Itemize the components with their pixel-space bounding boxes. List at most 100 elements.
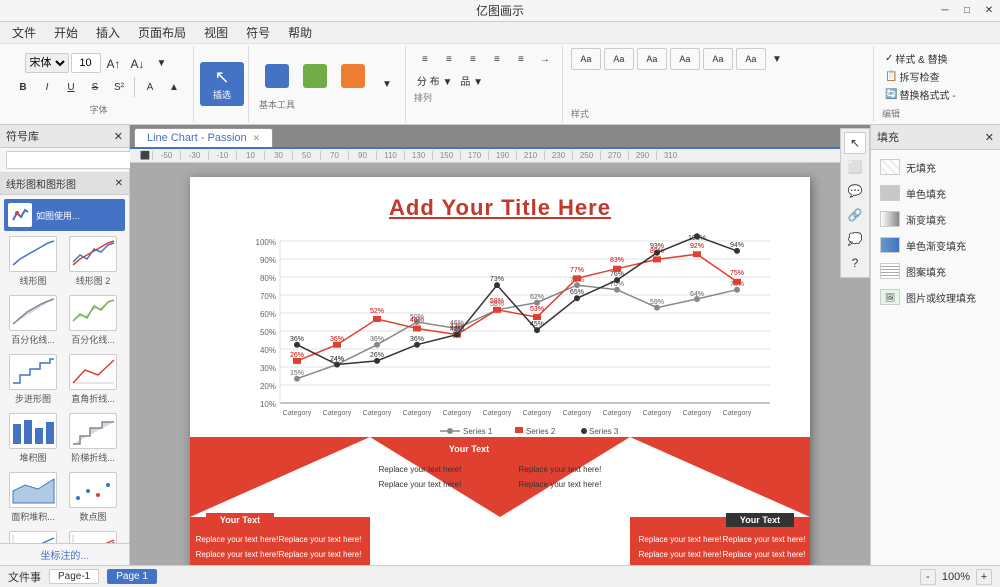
svg-text:46%: 46% bbox=[410, 317, 424, 324]
chart-item-line2[interactable]: 线形图 2 bbox=[64, 233, 122, 290]
edit-group: ✓ 样式 & 替换 📋 拆写检查 🔄 替换格式式 - 编辑 bbox=[876, 46, 996, 122]
slide-title[interactable]: Add Your Title Here bbox=[389, 195, 611, 220]
copy-format-btn[interactable]: 📋 拆写检查 bbox=[882, 68, 959, 85]
page1-tab[interactable]: Page 1 bbox=[107, 569, 157, 584]
menu-file[interactable]: 文件 bbox=[4, 22, 44, 43]
font-grow-btn[interactable]: A↑ bbox=[103, 53, 125, 75]
fill-image[interactable]: 🖼 图片或纹理填充 bbox=[877, 286, 994, 308]
section-close-btn[interactable]: ✕ bbox=[115, 178, 123, 189]
chart-thumb-stack bbox=[9, 413, 57, 449]
fill-pattern[interactable]: 图案填充 bbox=[877, 260, 994, 282]
fill-gradient[interactable]: 渐变填充 bbox=[877, 208, 994, 230]
maximize-btn[interactable]: □ bbox=[956, 0, 978, 22]
right-panel-close[interactable]: ✕ bbox=[985, 131, 994, 144]
distribute-btn[interactable]: 品 ▼ bbox=[457, 72, 486, 89]
chart-item-area[interactable]: 面积堆积... bbox=[4, 469, 62, 526]
font-shrink-btn[interactable]: A↓ bbox=[127, 53, 149, 75]
close-btn[interactable]: ✕ bbox=[978, 0, 1000, 22]
side-icon-shape[interactable]: ⬜ bbox=[844, 156, 866, 178]
style-btn-1[interactable]: Aa bbox=[571, 48, 601, 70]
menu-start[interactable]: 开始 bbox=[46, 22, 86, 43]
slide: Add Your Title Here bbox=[190, 177, 810, 565]
align-center-btn[interactable]: ≡ bbox=[438, 48, 460, 70]
style-btn-2[interactable]: Aa bbox=[604, 48, 634, 70]
active-tab[interactable]: Line Chart - Passion ✕ bbox=[134, 128, 273, 147]
chart-item-ladder[interactable]: 阶梯折线... bbox=[64, 410, 122, 467]
underline-btn[interactable]: U bbox=[60, 77, 82, 99]
font-size-input[interactable] bbox=[71, 53, 101, 73]
chart-label-stack: 堆积图 bbox=[19, 451, 46, 464]
chart-item-stack[interactable]: 堆积图 bbox=[4, 410, 62, 467]
font-more-btn[interactable]: ▼ bbox=[151, 53, 173, 75]
svg-text:Replace your text here!: Replace your text here! bbox=[519, 465, 602, 474]
more-shapes-label[interactable]: 坐标注的... bbox=[40, 547, 88, 562]
chart-item-pct1[interactable]: 百分化线... bbox=[4, 292, 62, 349]
justify-btn[interactable]: ≡ bbox=[486, 48, 508, 70]
style-btn-6[interactable]: Aa bbox=[736, 48, 766, 70]
panel-footer: 坐标注的... bbox=[0, 543, 129, 565]
insert-main-btn[interactable]: ↖ 插选 bbox=[200, 62, 244, 106]
zoom-level: 100% bbox=[942, 571, 970, 583]
shadow-btn[interactable]: S² bbox=[108, 77, 130, 99]
side-icon-link[interactable]: 🔗 bbox=[844, 204, 866, 226]
fill-none[interactable]: 无填充 bbox=[877, 156, 994, 178]
bold-btn[interactable]: B bbox=[12, 77, 34, 99]
fill-solid-gradient[interactable]: 单色渐变填充 bbox=[877, 234, 994, 256]
menu-view[interactable]: 视图 bbox=[196, 22, 236, 43]
style-btn-5[interactable]: Aa bbox=[703, 48, 733, 70]
zoom-plus[interactable]: + bbox=[976, 569, 992, 585]
svg-text:Replace your text here!: Replace your text here! bbox=[279, 535, 362, 544]
status-page-label[interactable]: Page-1 bbox=[49, 569, 99, 584]
align-left-btn[interactable]: ≡ bbox=[414, 48, 436, 70]
side-icon-cursor[interactable]: ↖ bbox=[844, 132, 866, 154]
side-icon-text[interactable]: 💬 bbox=[844, 180, 866, 202]
menu-symbol[interactable]: 符号 bbox=[238, 22, 278, 43]
italic-btn[interactable]: I bbox=[36, 77, 58, 99]
zoom-minus[interactable]: - bbox=[920, 569, 936, 585]
svg-text:Category: Category bbox=[483, 410, 512, 417]
style-label: 样式 bbox=[571, 107, 867, 120]
highlight-btn[interactable]: ▲ bbox=[163, 77, 185, 99]
chart-thumb-area bbox=[9, 472, 57, 508]
font-family-select[interactable]: 宋体 bbox=[25, 53, 69, 73]
canvas-area: Line Chart - Passion ✕ ⬛ -50 -30 -10 10 … bbox=[130, 125, 870, 565]
side-icon-help[interactable]: ? bbox=[844, 252, 866, 274]
svg-text:26%: 26% bbox=[370, 352, 384, 359]
shape-tool-btn[interactable] bbox=[259, 58, 295, 94]
chart-item-dot[interactable]: 数点图 bbox=[64, 469, 122, 526]
edit-label: 编辑 bbox=[882, 107, 990, 120]
slide-title-area: Add Your Title Here bbox=[190, 177, 810, 225]
list-btn[interactable]: ≡ bbox=[510, 48, 532, 70]
text-tool-btn[interactable] bbox=[335, 58, 371, 94]
fill-solid[interactable]: 单色填充 bbox=[877, 182, 994, 204]
menu-page-layout[interactable]: 页面布局 bbox=[130, 22, 194, 43]
tab-close-icon[interactable]: ✕ bbox=[253, 133, 261, 144]
fill-solid-gradient-label: 单色渐变填充 bbox=[906, 238, 966, 253]
chart-item-special[interactable]: 如图使用... bbox=[4, 199, 125, 231]
style-btn-3[interactable]: Aa bbox=[637, 48, 667, 70]
minimize-btn[interactable]: ─ bbox=[934, 0, 956, 22]
panel-close-btn[interactable]: ✕ bbox=[114, 130, 123, 143]
side-icon-comment[interactable]: 💭 bbox=[844, 228, 866, 250]
chart-item-line1[interactable]: 线形图 bbox=[4, 233, 62, 290]
chart-item-pct2[interactable]: 百分化线... bbox=[64, 292, 122, 349]
chart-item-coord2[interactable]: 坐标注的... bbox=[64, 528, 122, 543]
replace-format-btn[interactable]: 🔄 替换格式式 - bbox=[882, 86, 959, 103]
chart-item-coord1[interactable]: 坐标注的... bbox=[4, 528, 62, 543]
style-replace-btn[interactable]: ✓ 样式 & 替换 bbox=[882, 50, 959, 67]
chart-item-angle[interactable]: 直角折线... bbox=[64, 351, 122, 408]
line-tool-btn[interactable] bbox=[297, 58, 333, 94]
chart-item-step[interactable]: 步进形图 bbox=[4, 351, 62, 408]
font-color-btn[interactable]: A bbox=[139, 77, 161, 99]
strikethrough-btn[interactable]: S bbox=[84, 77, 106, 99]
style-more-btn[interactable]: ▼ bbox=[769, 48, 785, 70]
style-btn-4[interactable]: Aa bbox=[670, 48, 700, 70]
chart-thumb-line2 bbox=[69, 236, 117, 272]
left-panel: 符号库 ✕ 🔍 线形图和图形图 ✕ 如图使用... bbox=[0, 125, 130, 565]
indent-btn[interactable]: → bbox=[534, 48, 556, 70]
more-shapes-btn[interactable]: ▼ bbox=[377, 73, 397, 95]
menu-insert[interactable]: 插入 bbox=[88, 22, 128, 43]
menu-help[interactable]: 帮助 bbox=[280, 22, 320, 43]
align-right-btn[interactable]: ≡ bbox=[462, 48, 484, 70]
spacing-btn[interactable]: 分 布 ▼ bbox=[414, 72, 455, 89]
